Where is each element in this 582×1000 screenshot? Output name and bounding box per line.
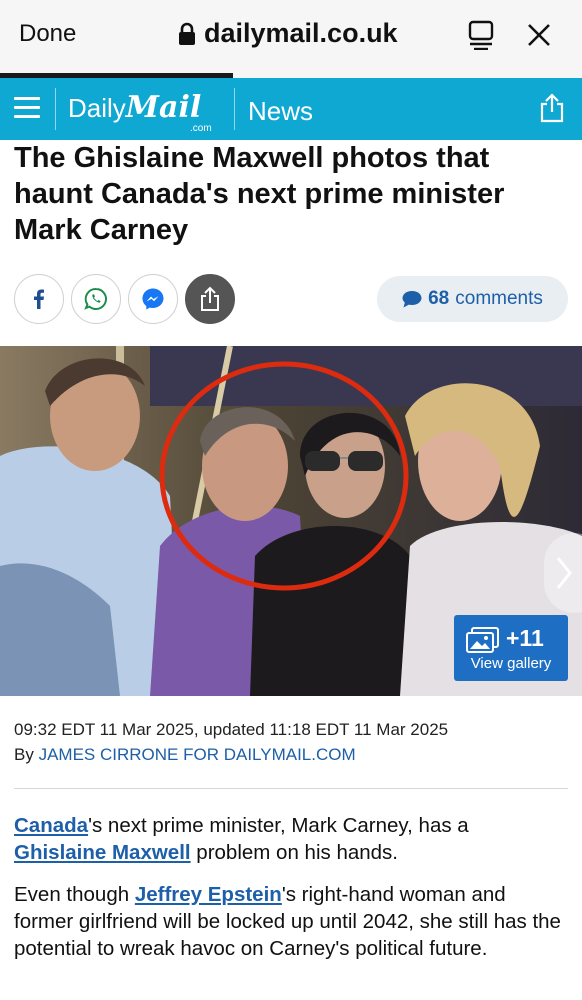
header-divider: [55, 88, 56, 130]
header-divider: [234, 88, 235, 130]
share-icon[interactable]: [538, 93, 566, 123]
hamburger-menu-icon[interactable]: [14, 97, 40, 119]
comments-button[interactable]: 68 comments: [377, 276, 568, 322]
gallery-icon: [466, 627, 499, 653]
ghislaine-maxwell-link[interactable]: Ghislaine Maxwell: [14, 841, 191, 864]
article-paragraph: Canada's next prime minister, Mark Carne…: [14, 812, 568, 866]
article-paragraph: Even though Jeffrey Epstein's right-hand…: [14, 881, 568, 962]
lock-icon: [179, 22, 195, 45]
comments-label: comments: [455, 288, 543, 309]
gallery-count: +11: [506, 625, 544, 651]
dateline: 09:32 EDT 11 Mar 2025, updated 11:18 EDT…: [14, 720, 449, 739]
close-icon[interactable]: [526, 22, 552, 48]
url-text: dailymail.co.uk: [204, 18, 398, 48]
paragraph-text: Even though: [14, 883, 135, 906]
site-header: DailyMail .com News: [0, 78, 582, 140]
facebook-icon: [34, 289, 44, 309]
jeffrey-epstein-link[interactable]: Jeffrey Epstein: [135, 883, 282, 906]
reader-view-icon[interactable]: [468, 20, 496, 50]
browser-toolbar: Done dailymail.co.uk: [0, 0, 582, 78]
byline-prefix: By: [14, 745, 34, 764]
byline: By JAMES CIRRONE FOR DAILYMAIL.COM: [14, 742, 448, 767]
site-logo[interactable]: DailyMail .com: [68, 90, 212, 134]
share-bar: [14, 274, 235, 324]
divider: [14, 788, 568, 789]
gallery-label: View gallery: [470, 655, 552, 672]
messenger-icon: [142, 288, 164, 310]
facebook-share-button[interactable]: [14, 274, 64, 324]
whatsapp-icon: [84, 287, 107, 310]
author-link[interactable]: JAMES CIRRONE FOR DAILYMAIL.COM: [39, 745, 356, 764]
paragraph-text: 's next prime minister, Mark Carney, has…: [88, 814, 469, 837]
messenger-share-button[interactable]: [128, 274, 178, 324]
article-meta: 09:32 EDT 11 Mar 2025, updated 11:18 EDT…: [14, 717, 448, 767]
paragraph-text: problem on his hands.: [190, 841, 398, 864]
address-bar[interactable]: dailymail.co.uk: [178, 18, 398, 49]
logo-mail: Mail: [125, 90, 202, 125]
logo-com: .com: [190, 123, 212, 134]
share-icon: [201, 286, 219, 311]
more-share-button[interactable]: [185, 274, 235, 324]
comments-count: 68: [428, 288, 450, 309]
view-gallery-button[interactable]: +11 View gallery: [454, 615, 568, 681]
next-image-button[interactable]: [544, 533, 582, 613]
chevron-right-icon: [556, 557, 572, 589]
logo-daily: Daily: [68, 93, 126, 123]
section-label[interactable]: News: [248, 96, 313, 127]
done-button[interactable]: Done: [19, 20, 76, 48]
whatsapp-share-button[interactable]: [71, 274, 121, 324]
article-headline: The Ghislaine Maxwell photos that haunt …: [14, 142, 505, 246]
canada-link[interactable]: Canada: [14, 814, 88, 837]
speech-bubble-icon: [402, 291, 422, 308]
